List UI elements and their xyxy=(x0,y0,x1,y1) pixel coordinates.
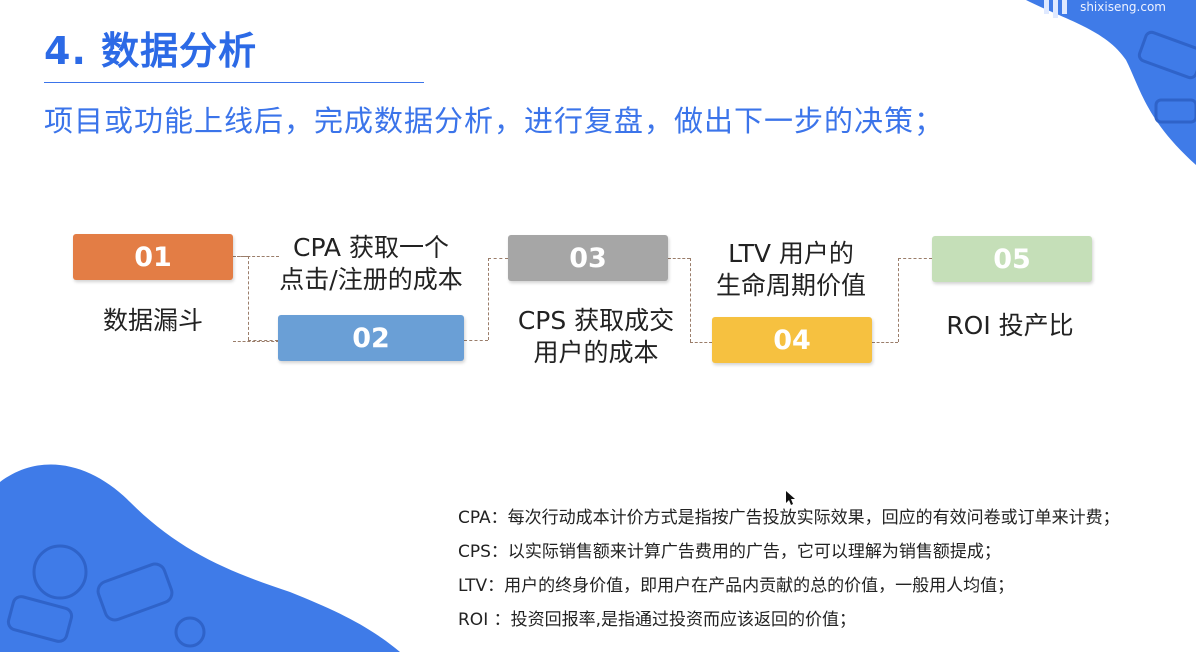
definition-row: LTV： 用户的终身价值，即用户在产品内贡献的总的价值，一般用人均值； xyxy=(458,571,1120,605)
decorative-corner-shape xyxy=(1026,0,1196,165)
step-03-label: CPS 获取成交 用户的成本 xyxy=(496,305,696,369)
step-04-label: LTV 用户的 生命周期价值 xyxy=(696,238,886,302)
step-connector xyxy=(898,258,932,260)
step-01-label: 数据漏斗 xyxy=(102,306,203,335)
step-connector xyxy=(488,258,490,340)
step-03-box: 03 xyxy=(508,235,668,281)
definition-row: CPA： 每次行动成本计价方式是指按广告投放实际效果，回应的有效问卷或订单来计费… xyxy=(458,503,1120,537)
step-04-box: 04 xyxy=(712,317,872,363)
step-05-box: 05 xyxy=(932,236,1092,282)
definition-text: 投资回报率,是指通过投资而应该返回的价值； xyxy=(510,610,857,630)
step-02-label-line: CPA 获取一个 xyxy=(293,233,449,262)
step-03-label-line: CPS 获取成交 xyxy=(517,306,675,335)
step-04-label-line: 生命周期价值 xyxy=(715,271,866,300)
title-underline xyxy=(44,82,424,83)
step-connector xyxy=(233,256,248,258)
step-connector xyxy=(248,256,250,340)
step-connector xyxy=(872,342,898,344)
step-02-label-line: 点击/注册的成本 xyxy=(279,265,463,294)
definition-text: 用户的终身价值，即用户在产品内贡献的总的价值，一般用人均值； xyxy=(504,576,1015,596)
definition-row: CPS： 以实际销售额来计算广告费用的广告，它可以理解为销售额提成； xyxy=(458,537,1120,571)
step-connector xyxy=(488,258,508,260)
step-01-box: 01 xyxy=(73,234,233,280)
slide-title: 4. 数据分析 xyxy=(44,29,258,73)
definition-term: CPS： xyxy=(458,542,508,562)
step-connector xyxy=(248,340,278,342)
definition-row: ROI ： 投资回报率,是指通过投资而应该返回的价值； xyxy=(458,605,1120,639)
definition-text: 以实际销售额来计算广告费用的广告，它可以理解为销售额提成； xyxy=(507,542,1001,562)
definition-term: ROI ： xyxy=(458,610,511,630)
step-02-box: 02 xyxy=(278,315,464,361)
decorative-corner-shape xyxy=(0,464,400,652)
step-connector xyxy=(464,340,488,342)
brand-watermark: shixiseng.com xyxy=(1080,0,1166,14)
mouse-pointer-icon xyxy=(786,491,795,505)
step-04-label-line: LTV 用户的 xyxy=(728,239,854,268)
step-03-label-line: 用户的成本 xyxy=(533,338,659,367)
definition-term: CPA： xyxy=(458,508,508,528)
definitions-list: CPA： 每次行动成本计价方式是指按广告投放实际效果，回应的有效问卷或订单来计费… xyxy=(458,503,1120,639)
definition-term: LTV： xyxy=(458,576,505,596)
step-connector xyxy=(668,258,690,260)
step-05-label: ROI 投产比 xyxy=(946,311,1074,340)
definition-text: 每次行动成本计价方式是指按广告投放实际效果，回应的有效问卷或订单来计费； xyxy=(507,508,1120,528)
slide-subtitle: 项目或功能上线后，完成数据分析，进行复盘，做出下一步的决策； xyxy=(44,104,945,138)
step-connector xyxy=(898,258,900,342)
step-02-label: CPA 获取一个 点击/注册的成本 xyxy=(266,232,476,296)
